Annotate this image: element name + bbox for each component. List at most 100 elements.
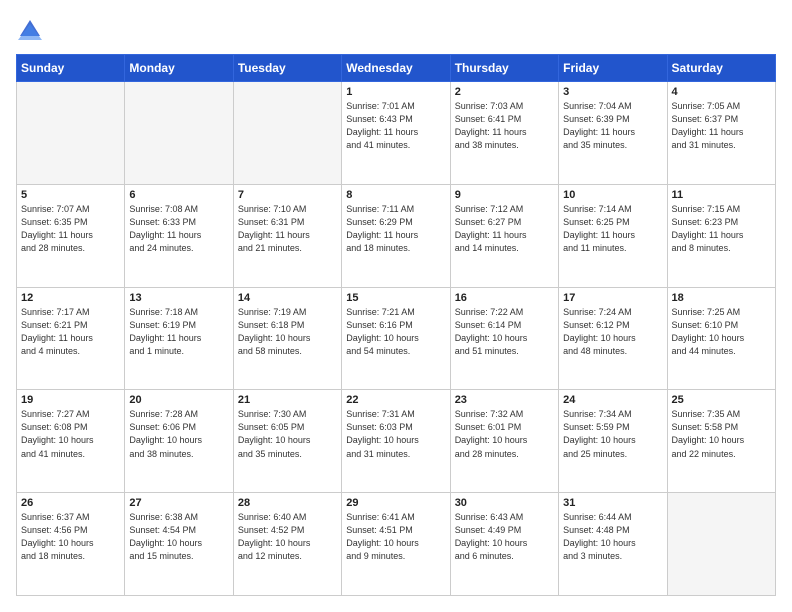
day-number: 1 <box>346 86 445 98</box>
logo-icon <box>16 16 44 44</box>
day-number: 4 <box>672 86 771 98</box>
day-number: 25 <box>672 394 771 406</box>
day-info: Sunrise: 7:32 AM Sunset: 6:01 PM Dayligh… <box>455 408 554 460</box>
day-info: Sunrise: 7:08 AM Sunset: 6:33 PM Dayligh… <box>129 203 228 255</box>
day-number: 12 <box>21 292 120 304</box>
calendar-cell: 27Sunrise: 6:38 AM Sunset: 4:54 PM Dayli… <box>125 493 233 596</box>
calendar-cell: 16 Sunrise: 7:22 AM Sunset: 6:14 PM Dayli… <box>450 287 558 390</box>
calendar-cell: 15 Sunrise: 7:21 AM Sunset: 6:16 PM Dayli… <box>342 287 450 390</box>
day-number: 21 <box>238 394 337 406</box>
header <box>16 16 776 44</box>
day-info: Sunrise: 7:25 AM Sunset: 6:10 PM Dayligh… <box>672 306 771 358</box>
calendar-cell: 3Sunrise: 7:04 AM Sunset: 6:39 PM Daylig… <box>559 82 667 185</box>
day-info: Sunrise: 7:03 AM Sunset: 6:41 PM Dayligh… <box>455 100 554 152</box>
day-number: 9 <box>455 189 554 201</box>
day-number: 14 <box>238 292 337 304</box>
day-info: Sunrise: 7:01 AM Sunset: 6:43 PM Dayligh… <box>346 100 445 152</box>
day-info: Sunrise: 7:18 AM Sunset: 6:19 PM Dayligh… <box>129 306 228 358</box>
day-number: 10 <box>563 189 662 201</box>
day-info: Sunrise: 6:37 AM Sunset: 4:56 PM Dayligh… <box>21 511 120 563</box>
calendar-week-3: 12 Sunrise: 7:17 AM Sunset: 6:21 PM Dayli… <box>17 287 776 390</box>
calendar-week-5: 26 Sunrise: 6:37 AM Sunset: 4:56 PM Dayli… <box>17 493 776 596</box>
calendar-cell <box>233 82 341 185</box>
day-info: Sunrise: 7:27 AM Sunset: 6:08 PM Dayligh… <box>21 408 120 460</box>
calendar-cell: 22Sunrise: 7:31 AM Sunset: 6:03 PM Dayli… <box>342 390 450 493</box>
calendar-header-saturday: Saturday <box>667 55 775 82</box>
day-number: 16 <box>455 292 554 304</box>
calendar-cell <box>667 493 775 596</box>
day-info: Sunrise: 7:12 AM Sunset: 6:27 PM Dayligh… <box>455 203 554 255</box>
day-info: Sunrise: 7:19 AM Sunset: 6:18 PM Dayligh… <box>238 306 337 358</box>
day-number: 23 <box>455 394 554 406</box>
day-number: 18 <box>672 292 771 304</box>
page: SundayMondayTuesdayWednesdayThursdayFrid… <box>0 0 792 612</box>
day-info: Sunrise: 6:40 AM Sunset: 4:52 PM Dayligh… <box>238 511 337 563</box>
calendar-cell: 8Sunrise: 7:11 AM Sunset: 6:29 PM Daylig… <box>342 184 450 287</box>
day-number: 27 <box>129 497 228 509</box>
calendar-cell: 29 Sunrise: 6:41 AM Sunset: 4:51 PM Dayli… <box>342 493 450 596</box>
calendar-cell: 1 Sunrise: 7:01 AM Sunset: 6:43 PM Daylig… <box>342 82 450 185</box>
day-info: Sunrise: 7:22 AM Sunset: 6:14 PM Dayligh… <box>455 306 554 358</box>
day-info: Sunrise: 6:43 AM Sunset: 4:49 PM Dayligh… <box>455 511 554 563</box>
day-info: Sunrise: 7:15 AM Sunset: 6:23 PM Dayligh… <box>672 203 771 255</box>
day-number: 2 <box>455 86 554 98</box>
day-info: Sunrise: 6:41 AM Sunset: 4:51 PM Dayligh… <box>346 511 445 563</box>
day-number: 24 <box>563 394 662 406</box>
day-number: 28 <box>238 497 337 509</box>
logo <box>16 16 48 44</box>
calendar-cell: 25Sunrise: 7:35 AM Sunset: 5:58 PM Dayli… <box>667 390 775 493</box>
calendar-cell: 20Sunrise: 7:28 AM Sunset: 6:06 PM Dayli… <box>125 390 233 493</box>
calendar-cell: 12 Sunrise: 7:17 AM Sunset: 6:21 PM Dayli… <box>17 287 125 390</box>
day-number: 22 <box>346 394 445 406</box>
day-info: Sunrise: 7:21 AM Sunset: 6:16 PM Dayligh… <box>346 306 445 358</box>
calendar-cell: 10 Sunrise: 7:14 AM Sunset: 6:25 PM Dayli… <box>559 184 667 287</box>
day-info: Sunrise: 7:30 AM Sunset: 6:05 PM Dayligh… <box>238 408 337 460</box>
calendar-header-wednesday: Wednesday <box>342 55 450 82</box>
day-number: 13 <box>129 292 228 304</box>
calendar-cell: 11 Sunrise: 7:15 AM Sunset: 6:23 PM Dayli… <box>667 184 775 287</box>
day-number: 20 <box>129 394 228 406</box>
calendar-cell: 31 Sunrise: 6:44 AM Sunset: 4:48 PM Dayli… <box>559 493 667 596</box>
calendar-header-thursday: Thursday <box>450 55 558 82</box>
day-number: 19 <box>21 394 120 406</box>
calendar-week-4: 19 Sunrise: 7:27 AM Sunset: 6:08 PM Dayli… <box>17 390 776 493</box>
calendar-cell: 5Sunrise: 7:07 AM Sunset: 6:35 PM Daylig… <box>17 184 125 287</box>
day-info: Sunrise: 6:44 AM Sunset: 4:48 PM Dayligh… <box>563 511 662 563</box>
day-number: 6 <box>129 189 228 201</box>
calendar-header-friday: Friday <box>559 55 667 82</box>
day-number: 15 <box>346 292 445 304</box>
day-info: Sunrise: 7:34 AM Sunset: 5:59 PM Dayligh… <box>563 408 662 460</box>
day-info: Sunrise: 7:17 AM Sunset: 6:21 PM Dayligh… <box>21 306 120 358</box>
calendar-cell: 30 Sunrise: 6:43 AM Sunset: 4:49 PM Dayli… <box>450 493 558 596</box>
day-number: 30 <box>455 497 554 509</box>
calendar-cell: 18 Sunrise: 7:25 AM Sunset: 6:10 PM Dayli… <box>667 287 775 390</box>
day-number: 29 <box>346 497 445 509</box>
calendar-cell: 14 Sunrise: 7:19 AM Sunset: 6:18 PM Dayli… <box>233 287 341 390</box>
day-number: 26 <box>21 497 120 509</box>
day-info: Sunrise: 7:05 AM Sunset: 6:37 PM Dayligh… <box>672 100 771 152</box>
calendar-cell <box>125 82 233 185</box>
calendar-cell: 26 Sunrise: 6:37 AM Sunset: 4:56 PM Dayli… <box>17 493 125 596</box>
calendar-cell: 17Sunrise: 7:24 AM Sunset: 6:12 PM Dayli… <box>559 287 667 390</box>
day-info: Sunrise: 7:10 AM Sunset: 6:31 PM Dayligh… <box>238 203 337 255</box>
calendar-table: SundayMondayTuesdayWednesdayThursdayFrid… <box>16 54 776 596</box>
day-number: 11 <box>672 189 771 201</box>
calendar-cell: 7 Sunrise: 7:10 AM Sunset: 6:31 PM Daylig… <box>233 184 341 287</box>
calendar-week-1: 1 Sunrise: 7:01 AM Sunset: 6:43 PM Daylig… <box>17 82 776 185</box>
calendar-cell: 4 Sunrise: 7:05 AM Sunset: 6:37 PM Daylig… <box>667 82 775 185</box>
day-info: Sunrise: 7:14 AM Sunset: 6:25 PM Dayligh… <box>563 203 662 255</box>
calendar-cell: 19 Sunrise: 7:27 AM Sunset: 6:08 PM Dayli… <box>17 390 125 493</box>
calendar-header-monday: Monday <box>125 55 233 82</box>
calendar-cell: 28 Sunrise: 6:40 AM Sunset: 4:52 PM Dayli… <box>233 493 341 596</box>
calendar-cell: 13 Sunrise: 7:18 AM Sunset: 6:19 PM Dayli… <box>125 287 233 390</box>
day-info: Sunrise: 7:04 AM Sunset: 6:39 PM Dayligh… <box>563 100 662 152</box>
day-number: 5 <box>21 189 120 201</box>
day-number: 8 <box>346 189 445 201</box>
calendar-week-2: 5Sunrise: 7:07 AM Sunset: 6:35 PM Daylig… <box>17 184 776 287</box>
day-number: 31 <box>563 497 662 509</box>
calendar-header-tuesday: Tuesday <box>233 55 341 82</box>
day-number: 7 <box>238 189 337 201</box>
calendar-header-row: SundayMondayTuesdayWednesdayThursdayFrid… <box>17 55 776 82</box>
calendar-cell: 6 Sunrise: 7:08 AM Sunset: 6:33 PM Daylig… <box>125 184 233 287</box>
day-info: Sunrise: 7:24 AM Sunset: 6:12 PM Dayligh… <box>563 306 662 358</box>
